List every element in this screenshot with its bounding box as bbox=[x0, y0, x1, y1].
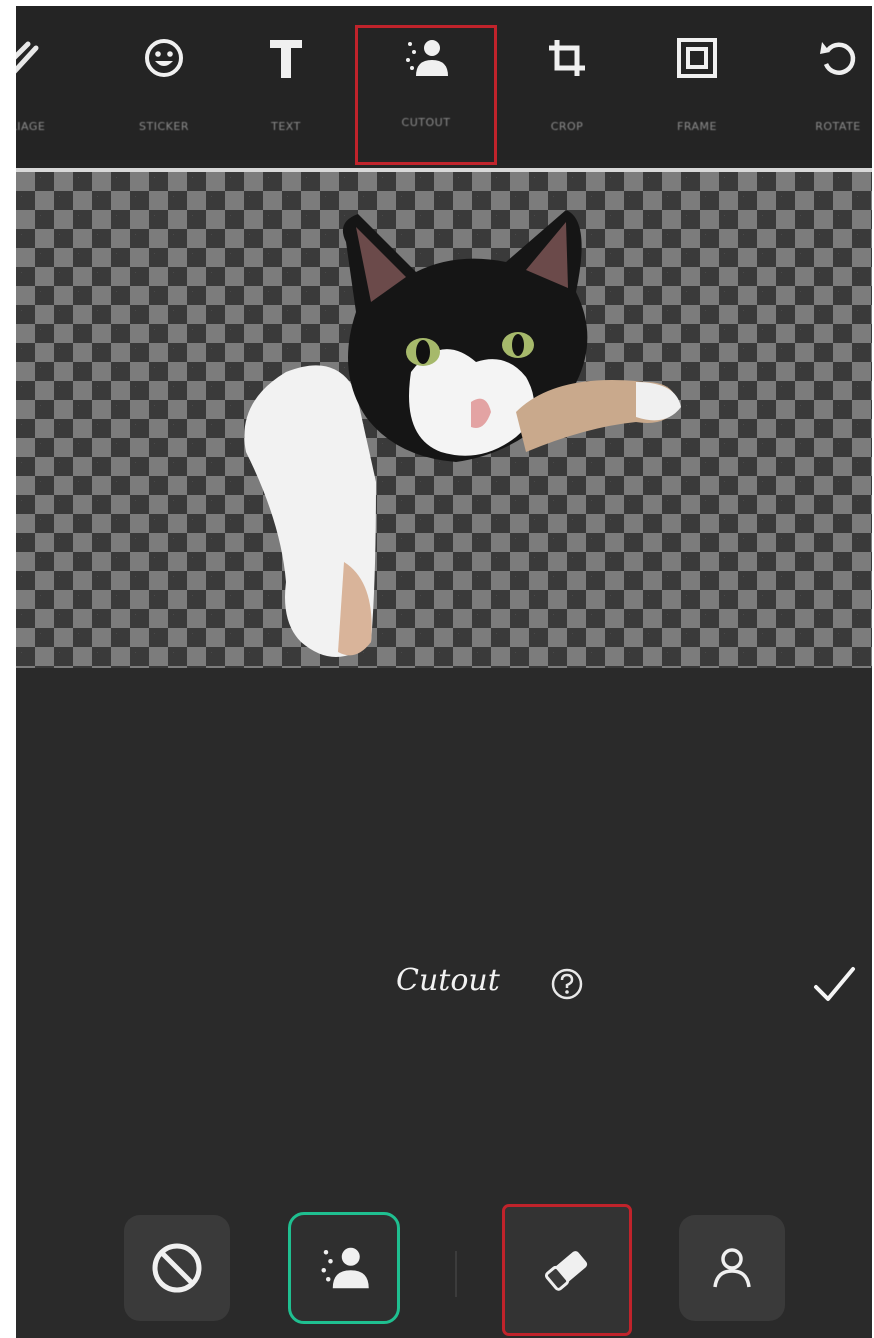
tool-label: CUTOUT bbox=[401, 116, 451, 129]
cutout-tools-bar bbox=[16, 1204, 872, 1338]
eraser-button[interactable] bbox=[502, 1204, 632, 1336]
cutout-panel-header: Cutout bbox=[16, 951, 872, 1021]
person-outline-icon bbox=[713, 1248, 751, 1288]
auto-cutout-button[interactable] bbox=[288, 1212, 400, 1324]
tool-frame[interactable]: FRAME bbox=[637, 34, 757, 164]
tool-cutout[interactable]: CUTOUT bbox=[355, 25, 497, 165]
rotate-icon bbox=[814, 34, 862, 82]
brush-icon bbox=[16, 34, 44, 82]
person-refine-button[interactable] bbox=[679, 1215, 785, 1321]
tool-label: STICKER bbox=[139, 120, 189, 133]
tools-separator bbox=[455, 1251, 457, 1297]
cutout-person-icon bbox=[321, 1247, 369, 1289]
frame-icon bbox=[673, 34, 721, 82]
tool-crop[interactable]: CROP bbox=[507, 34, 627, 164]
cat-cutout-image bbox=[244, 210, 681, 657]
panel-title: Cutout bbox=[396, 963, 500, 998]
tool-foliage[interactable]: FOLIAGE bbox=[16, 34, 80, 164]
tool-label: CROP bbox=[550, 120, 584, 133]
smiley-icon bbox=[140, 34, 188, 82]
help-circle-icon[interactable] bbox=[550, 967, 584, 1001]
top-toolbar: FOLIAGE STICKER TEXT CUTOUT CROP bbox=[16, 6, 872, 168]
editor-screen: FOLIAGE STICKER TEXT CUTOUT CROP bbox=[16, 6, 872, 1338]
cutout-person-icon bbox=[402, 34, 450, 82]
eraser-icon bbox=[544, 1251, 588, 1291]
prohibit-icon bbox=[152, 1243, 202, 1293]
tool-text[interactable]: TEXT bbox=[226, 34, 346, 164]
tool-label: ROTATE bbox=[815, 120, 861, 133]
tool-sticker[interactable]: STICKER bbox=[104, 34, 224, 164]
checkmark-icon[interactable] bbox=[811, 961, 857, 1007]
tool-label: FRAME bbox=[677, 120, 717, 133]
tool-rotate[interactable]: ROTATE bbox=[778, 34, 872, 164]
tool-label: FOLIAGE bbox=[16, 120, 46, 133]
image-canvas[interactable] bbox=[16, 172, 872, 668]
tool-label: TEXT bbox=[271, 120, 301, 133]
crop-icon bbox=[543, 34, 591, 82]
no-cutout-button[interactable] bbox=[124, 1215, 230, 1321]
text-icon bbox=[262, 34, 310, 82]
